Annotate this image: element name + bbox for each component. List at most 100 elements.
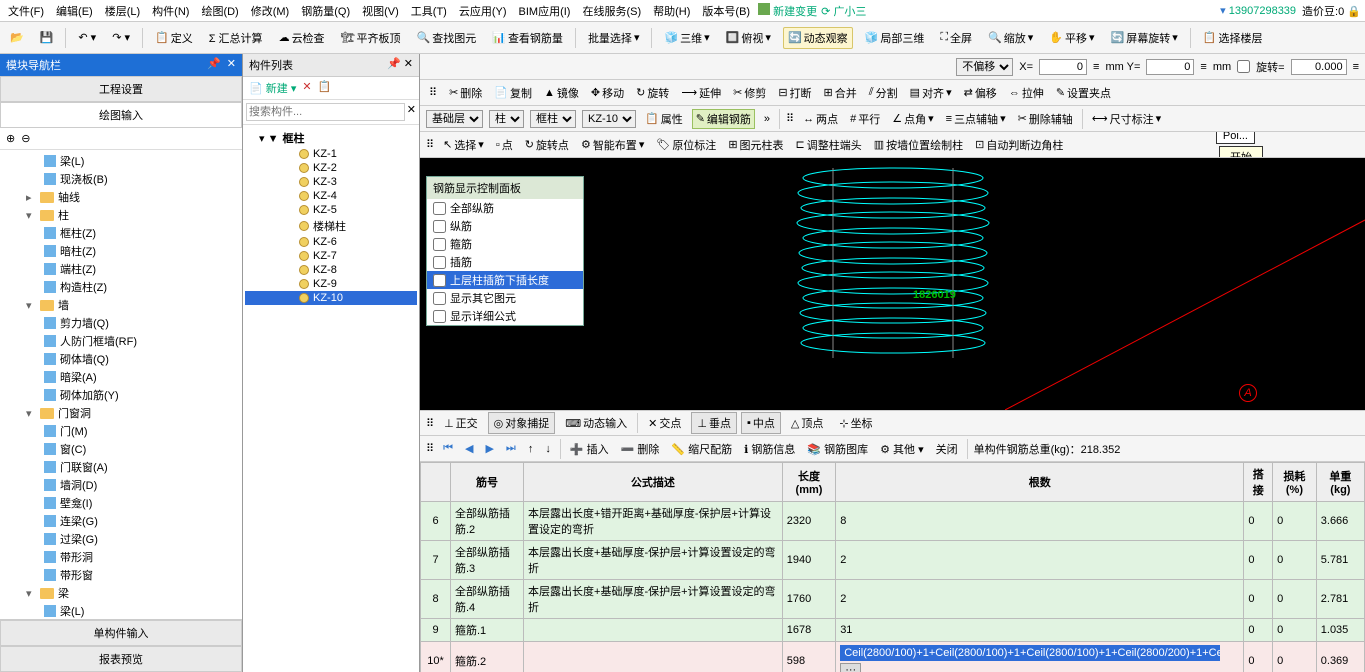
- twopoint-button[interactable]: ↔ 两点: [800, 110, 841, 128]
- fullscreen-button[interactable]: ⛶ 全屏: [936, 28, 976, 48]
- component-item[interactable]: KZ-8: [245, 263, 417, 277]
- dim-button[interactable]: ⟷ 尺寸标注 ▾: [1089, 110, 1164, 128]
- tree-item[interactable]: 剪力墙(Q): [0, 314, 242, 332]
- tree-item[interactable]: 暗梁(A): [0, 368, 242, 386]
- floor-select[interactable]: 基础层: [426, 110, 483, 128]
- lib-button[interactable]: 📚 钢筋图库: [804, 440, 871, 458]
- tree-item[interactable]: 门(M): [0, 422, 242, 440]
- origlabel-button[interactable]: 🏷 原位标注: [653, 136, 719, 154]
- up-icon[interactable]: ↑: [525, 442, 537, 456]
- tab-single-component[interactable]: 单构件输入: [0, 620, 242, 646]
- edit-cell-button[interactable]: ···: [840, 663, 861, 672]
- component-item[interactable]: KZ-3: [245, 175, 417, 189]
- point-button[interactable]: ▫ 点: [493, 136, 516, 154]
- stretch-button[interactable]: ⇔ 拉伸: [1006, 84, 1047, 102]
- menu-tool[interactable]: 工具(T): [407, 1, 451, 21]
- tree-item[interactable]: 端柱(Z): [0, 260, 242, 278]
- x-input[interactable]: [1039, 59, 1087, 75]
- y-spinner[interactable]: ≡: [1200, 61, 1206, 73]
- x-spinner[interactable]: ≡: [1093, 61, 1099, 73]
- 3d-viewport[interactable]: 1826019 钢筋显示控制面板 全部纵筋 纵筋 箍筋 插筋 上层柱插筋下插长度…: [420, 158, 1365, 410]
- component-item[interactable]: KZ-1: [245, 147, 417, 161]
- cross-toggle[interactable]: ✕ 交点: [642, 412, 687, 434]
- tree-item[interactable]: 窗(C): [0, 440, 242, 458]
- menu-bim[interactable]: BIM应用(I): [515, 1, 575, 21]
- component-item[interactable]: KZ-6: [245, 235, 417, 249]
- open-icon[interactable]: 📂: [6, 29, 28, 46]
- grip-icon[interactable]: ⠿: [426, 138, 434, 151]
- tree-item[interactable]: ▸ 轴线: [0, 188, 242, 206]
- display-option[interactable]: 插筋: [427, 253, 583, 271]
- dyn-toggle[interactable]: ⌨ 动态输入: [559, 412, 633, 434]
- table-row[interactable]: 10*箍筋.2598Ceil(2800/100)+1+Ceil(2800/100…: [421, 642, 1365, 672]
- component-item[interactable]: KZ-4: [245, 189, 417, 203]
- menu-floor[interactable]: 楼层(L): [101, 1, 144, 21]
- menu-cloud[interactable]: 云应用(Y): [455, 1, 511, 21]
- mid-toggle[interactable]: ▪ 中点: [741, 412, 781, 434]
- display-option[interactable]: 全部纵筋: [427, 199, 583, 217]
- more-icon[interactable]: »: [761, 112, 773, 126]
- delaux-button[interactable]: ✂ 删除辅轴: [1015, 110, 1076, 128]
- scale-button[interactable]: 📏 缩尺配筋: [668, 440, 735, 458]
- delete-button[interactable]: ✂ 删除: [446, 84, 485, 102]
- nav-next-icon[interactable]: ▶: [482, 441, 496, 456]
- tree-item[interactable]: 框柱(Z): [0, 224, 242, 242]
- grip-icon[interactable]: ⠿: [426, 417, 434, 430]
- tree-item[interactable]: 带形洞: [0, 548, 242, 566]
- tree-item[interactable]: 过梁(G): [0, 530, 242, 548]
- tree-item[interactable]: 墙洞(D): [0, 476, 242, 494]
- menu-draw[interactable]: 绘图(D): [197, 1, 242, 21]
- rot-input[interactable]: [1291, 59, 1347, 75]
- down-icon[interactable]: ↓: [542, 442, 554, 456]
- editrebar-button[interactable]: ✎ 编辑钢筋: [692, 109, 755, 129]
- flatten-button[interactable]: 🏗 平齐板顶: [337, 28, 405, 48]
- extend-button[interactable]: ⟶ 延伸: [678, 84, 724, 102]
- close-button[interactable]: 关闭: [933, 440, 961, 458]
- smart-button[interactable]: ⚙ 智能布置 ▾: [578, 136, 647, 154]
- parallel-button[interactable]: # 平行: [847, 110, 883, 128]
- pin-icon[interactable]: 📌: [207, 57, 221, 73]
- copy-button[interactable]: 📄 复制: [491, 84, 535, 102]
- display-option[interactable]: 显示详细公式: [427, 307, 583, 325]
- menu-help[interactable]: 帮助(H): [649, 1, 694, 21]
- save-icon[interactable]: 💾: [36, 29, 58, 46]
- grip-icon[interactable]: ⠿: [426, 442, 434, 455]
- new-component-button[interactable]: 📄 新建 ▾: [249, 80, 296, 96]
- offset-mode-select[interactable]: 不偏移: [956, 58, 1013, 76]
- nav-prev-icon[interactable]: ◀: [462, 441, 476, 456]
- info-button[interactable]: ℹ 钢筋信息: [741, 440, 798, 458]
- setgrip-button[interactable]: ✎ 设置夹点: [1053, 84, 1114, 102]
- category-select[interactable]: 柱: [489, 110, 524, 128]
- y-input[interactable]: [1146, 59, 1194, 75]
- break-button[interactable]: ⊟ 打断: [775, 84, 814, 102]
- close-icon[interactable]: ✕: [227, 57, 236, 73]
- snap-toggle[interactable]: ◎ 对象捕捉: [488, 412, 556, 434]
- zoom-button[interactable]: 🔍 缩放 ▾: [984, 28, 1037, 48]
- tree-item[interactable]: 人防门框墙(RF): [0, 332, 242, 350]
- tree-item[interactable]: 带形窗: [0, 566, 242, 584]
- nav-last-icon[interactable]: ⏭: [503, 441, 519, 456]
- tree-item[interactable]: ▾ 柱: [0, 206, 242, 224]
- batch-button[interactable]: 批量选择 ▾: [584, 28, 644, 48]
- item-select[interactable]: KZ-10: [582, 110, 636, 128]
- subcategory-select[interactable]: 框柱: [530, 110, 576, 128]
- pan-button[interactable]: ✋ 平移 ▾: [1045, 28, 1098, 48]
- display-option[interactable]: 显示其它图元: [427, 289, 583, 307]
- component-item[interactable]: KZ-10: [245, 291, 417, 305]
- copy-icon[interactable]: 📋: [318, 80, 332, 96]
- tree-item[interactable]: ▾ 梁: [0, 584, 242, 602]
- component-tree[interactable]: 梁(L) 现浇板(B)▸ 轴线▾ 柱 框柱(Z) 暗柱(Z) 端柱(Z) 构造柱…: [0, 150, 242, 619]
- define-button[interactable]: 📋 定义: [151, 28, 197, 48]
- rebar-display-panel[interactable]: 钢筋显示控制面板 全部纵筋 纵筋 箍筋 插筋 上层柱插筋下插长度 显示其它图元 …: [426, 176, 584, 326]
- select-button[interactable]: ↖ 选择 ▾: [440, 136, 487, 154]
- property-button[interactable]: 📋 属性: [642, 110, 686, 128]
- tree-item[interactable]: 门联窗(A): [0, 458, 242, 476]
- collapse-icon[interactable]: ⊖: [21, 132, 30, 145]
- menu-view[interactable]: 视图(V): [358, 1, 403, 21]
- redo-button[interactable]: ↷ ▾: [108, 29, 134, 46]
- tree-item[interactable]: 暗柱(Z): [0, 242, 242, 260]
- tree-item[interactable]: 砌体墙(Q): [0, 350, 242, 368]
- grip-icon[interactable]: ⠿: [426, 85, 440, 100]
- display-option[interactable]: 箍筋: [427, 235, 583, 253]
- close-icon[interactable]: ✕: [404, 58, 413, 70]
